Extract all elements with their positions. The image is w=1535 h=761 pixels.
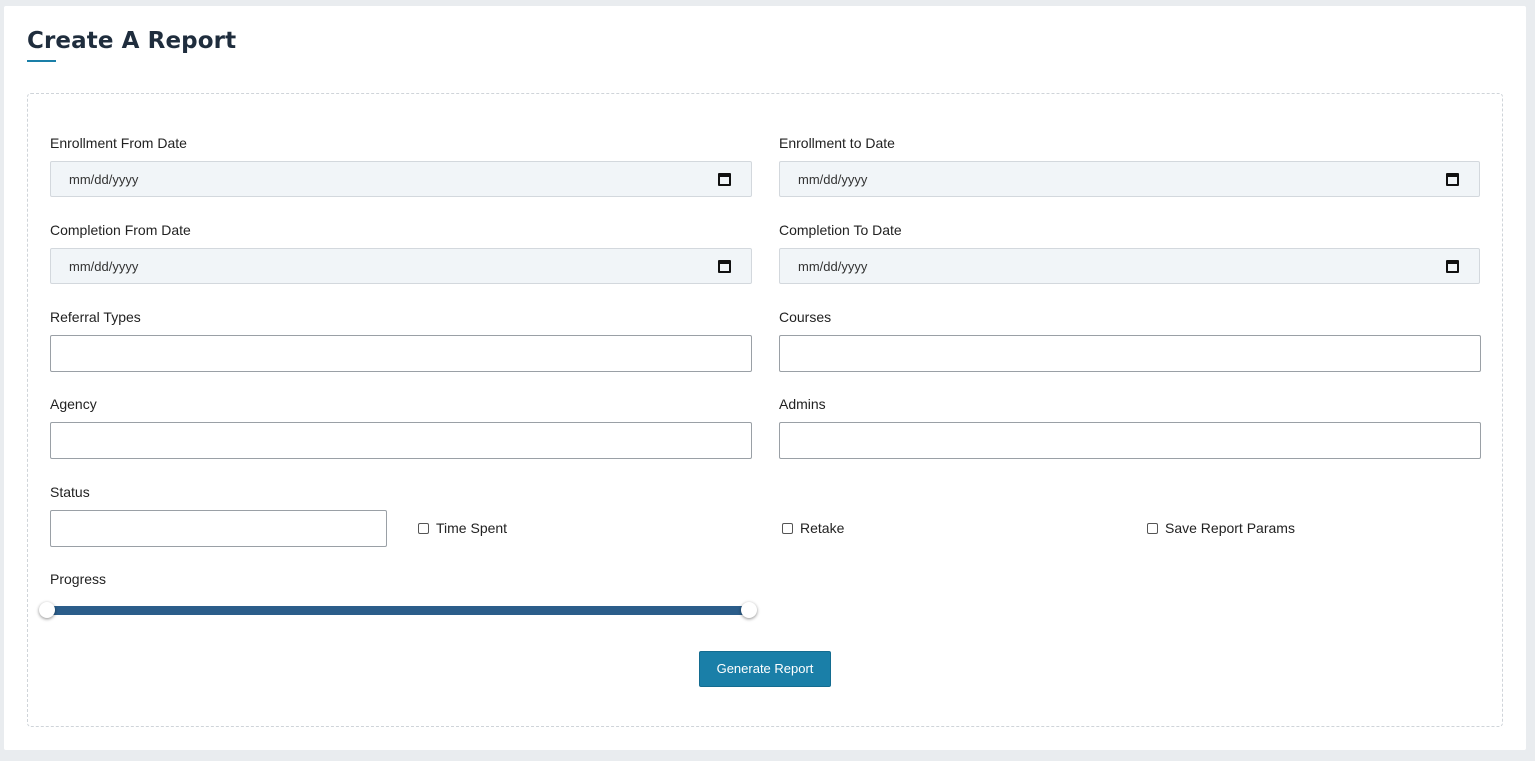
admins-select[interactable]	[779, 422, 1481, 459]
progress-range-slider[interactable]	[48, 606, 750, 615]
enrollment-to-label: Enrollment to Date	[779, 135, 895, 151]
title-underline	[27, 60, 56, 62]
completion-from-placeholder: mm/dd/yyyy	[69, 259, 139, 274]
progress-max-handle[interactable]	[741, 602, 757, 618]
retake-label: Retake	[800, 520, 845, 536]
agency-label: Agency	[50, 396, 97, 412]
status-select[interactable]	[50, 510, 387, 547]
save-params-checkbox[interactable]	[1147, 522, 1158, 534]
courses-select[interactable]	[779, 335, 1481, 372]
enrollment-from-label: Enrollment From Date	[50, 135, 187, 151]
enrollment-to-date-input[interactable]: mm/dd/yyyy	[779, 161, 1480, 197]
status-label: Status	[50, 484, 90, 500]
enrollment-from-date-input[interactable]: mm/dd/yyyy	[50, 161, 752, 197]
report-card: Create A Report Enrollment From Date mm/…	[4, 6, 1526, 750]
agency-select[interactable]	[50, 422, 752, 459]
retake-option[interactable]: Retake	[782, 520, 844, 536]
completion-from-date-input[interactable]: mm/dd/yyyy	[50, 248, 752, 284]
referral-types-select[interactable]	[50, 335, 752, 372]
progress-label: Progress	[50, 571, 107, 587]
calendar-icon[interactable]	[718, 260, 731, 273]
courses-label: Courses	[779, 309, 832, 325]
report-form: Enrollment From Date mm/dd/yyyy Enrollme…	[27, 93, 1503, 727]
completion-to-placeholder: mm/dd/yyyy	[798, 259, 868, 274]
time-spent-checkbox[interactable]	[418, 522, 429, 534]
retake-checkbox[interactable]	[782, 522, 793, 534]
calendar-icon[interactable]	[1446, 260, 1459, 273]
completion-to-date-input[interactable]: mm/dd/yyyy	[779, 248, 1480, 284]
admins-label: Admins	[779, 396, 826, 412]
enrollment-to-placeholder: mm/dd/yyyy	[798, 172, 868, 187]
calendar-icon[interactable]	[718, 173, 731, 186]
generate-report-button[interactable]: Generate Report	[699, 651, 831, 687]
progress-min-handle[interactable]	[39, 602, 55, 618]
calendar-icon[interactable]	[1446, 173, 1459, 186]
referral-types-label: Referral Types	[50, 309, 141, 325]
time-spent-label: Time Spent	[436, 520, 508, 536]
time-spent-option[interactable]: Time Spent	[418, 520, 507, 536]
enrollment-from-placeholder: mm/dd/yyyy	[69, 172, 139, 187]
completion-to-label: Completion To Date	[779, 222, 902, 238]
completion-from-label: Completion From Date	[50, 222, 191, 238]
save-params-label: Save Report Params	[1165, 520, 1295, 536]
save-params-option[interactable]: Save Report Params	[1147, 520, 1295, 536]
page-title: Create A Report	[27, 28, 237, 54]
